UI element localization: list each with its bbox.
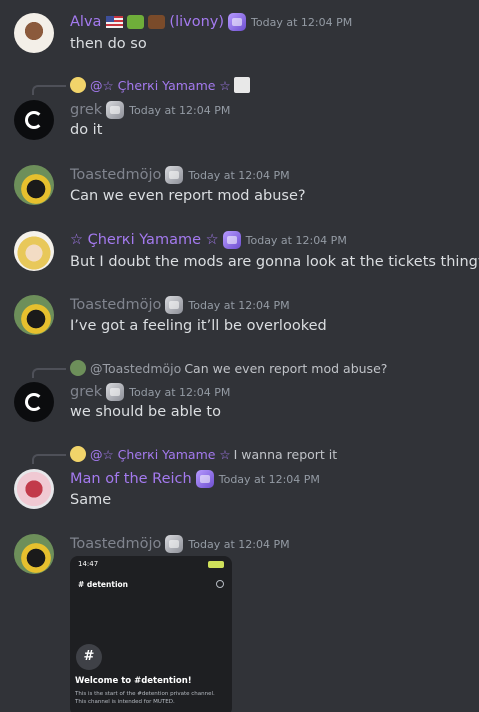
emoji-icon: [127, 15, 145, 29]
role-badge-icon: [165, 296, 184, 314]
reply-author: @☆ Çherкi Yamame ☆: [90, 77, 231, 93]
timestamp: Today at 12:04 PM: [188, 298, 290, 312]
welcome-description: This is the start of the #detention priv…: [75, 691, 215, 705]
message-header: Man of the Reich Today at 12:04 PM: [70, 469, 320, 489]
message-text: we should be able to: [70, 404, 221, 420]
reply-spine-icon: [32, 85, 66, 95]
reply-preview[interactable]: @☆ Çherкi Yamame ☆: [70, 76, 254, 94]
channel-name: # detention: [78, 580, 129, 589]
author-name[interactable]: Toastedmöjo: [70, 297, 161, 313]
message-header: Toastedmöjo Today at 12:04 PM: [70, 534, 290, 554]
avatar[interactable]: [14, 13, 54, 53]
message-text: I’ve got a feeling it’ll be overlooked: [70, 318, 327, 334]
role-badge-icon: [106, 383, 125, 401]
message-text: Can we even report mod abuse?: [70, 188, 306, 204]
timestamp: Today at 12:04 PM: [251, 15, 353, 29]
message-header: ☆ Çherкi Yamame ☆ Today at 12:04 PM: [70, 230, 347, 250]
role-badge-icon: [106, 101, 125, 119]
timestamp: Today at 12:04 PM: [129, 103, 231, 117]
reply-author: @☆ Çherкi Yamame ☆: [90, 446, 231, 462]
reply-spine-icon: [32, 454, 66, 464]
timestamp: Today at 12:04 PM: [188, 168, 290, 182]
emoji-icon: [148, 15, 166, 29]
reply-avatar: [70, 360, 86, 376]
avatar[interactable]: [14, 100, 54, 140]
message-header: Toastedmöjo Today at 12:04 PM: [70, 165, 290, 185]
role-badge-icon: [165, 166, 184, 184]
welcome-title: Welcome to #detention!: [75, 676, 192, 686]
avatar[interactable]: [14, 382, 54, 422]
reply-preview[interactable]: @Toastedmöjo Can we even report mod abus…: [70, 359, 387, 377]
battery-icon: [208, 561, 224, 568]
avatar[interactable]: [14, 165, 54, 205]
role-badge-icon: [228, 13, 247, 31]
reply-avatar: [70, 446, 86, 462]
author-name[interactable]: Alva: [70, 14, 101, 30]
message-text: do it: [70, 122, 103, 138]
reply-preview[interactable]: @☆ Çherкi Yamame ☆ I wanna report it: [70, 445, 337, 463]
message-header: Toastedmöjo Today at 12:04 PM: [70, 295, 290, 315]
avatar[interactable]: [14, 295, 54, 335]
timestamp: Today at 12:04 PM: [188, 537, 290, 551]
reply-spine-icon: [32, 368, 66, 378]
reply-text: Can we even report mod abuse?: [184, 360, 388, 376]
image-attachment[interactable]: 14:47 # detention # Welcome to #detentio…: [70, 556, 232, 712]
avatar[interactable]: [14, 469, 54, 509]
reply-avatar: [70, 77, 86, 93]
status-time: 14:47: [78, 560, 99, 568]
author-name[interactable]: Man of the Reich: [70, 471, 192, 487]
reply-text: I wanna report it: [233, 446, 338, 462]
reply-emoji-icon: [233, 77, 250, 93]
role-badge-icon: [222, 231, 241, 249]
author-name[interactable]: grek: [70, 384, 102, 400]
role-badge-icon: [165, 535, 184, 553]
flag-icon: [106, 16, 124, 28]
search-icon: [216, 580, 224, 588]
author-suffix[interactable]: (livony): [169, 14, 224, 30]
timestamp: Today at 12:04 PM: [245, 233, 347, 247]
avatar[interactable]: [14, 231, 54, 271]
message-text: then do so: [70, 36, 147, 52]
avatar[interactable]: [14, 534, 54, 574]
author-name[interactable]: Toastedmöjo: [70, 167, 161, 183]
reply-author: @Toastedmöjo: [90, 360, 182, 376]
message-header: grek Today at 12:04 PM: [70, 100, 230, 120]
author-name[interactable]: grek: [70, 102, 102, 118]
author-name[interactable]: Toastedmöjo: [70, 536, 161, 552]
hash-icon: #: [76, 644, 102, 670]
message-header: Alva (livony) Today at 12:04 PM: [70, 12, 352, 32]
author-name[interactable]: ☆ Çherкi Yamame ☆: [70, 232, 219, 248]
message-text: But I doubt the mods are gonna look at t…: [70, 254, 479, 270]
role-badge-icon: [195, 470, 214, 488]
timestamp: Today at 12:04 PM: [129, 385, 231, 399]
message-header: grek Today at 12:04 PM: [70, 382, 230, 402]
message-text: Same: [70, 492, 112, 508]
timestamp: Today at 12:04 PM: [218, 472, 320, 486]
